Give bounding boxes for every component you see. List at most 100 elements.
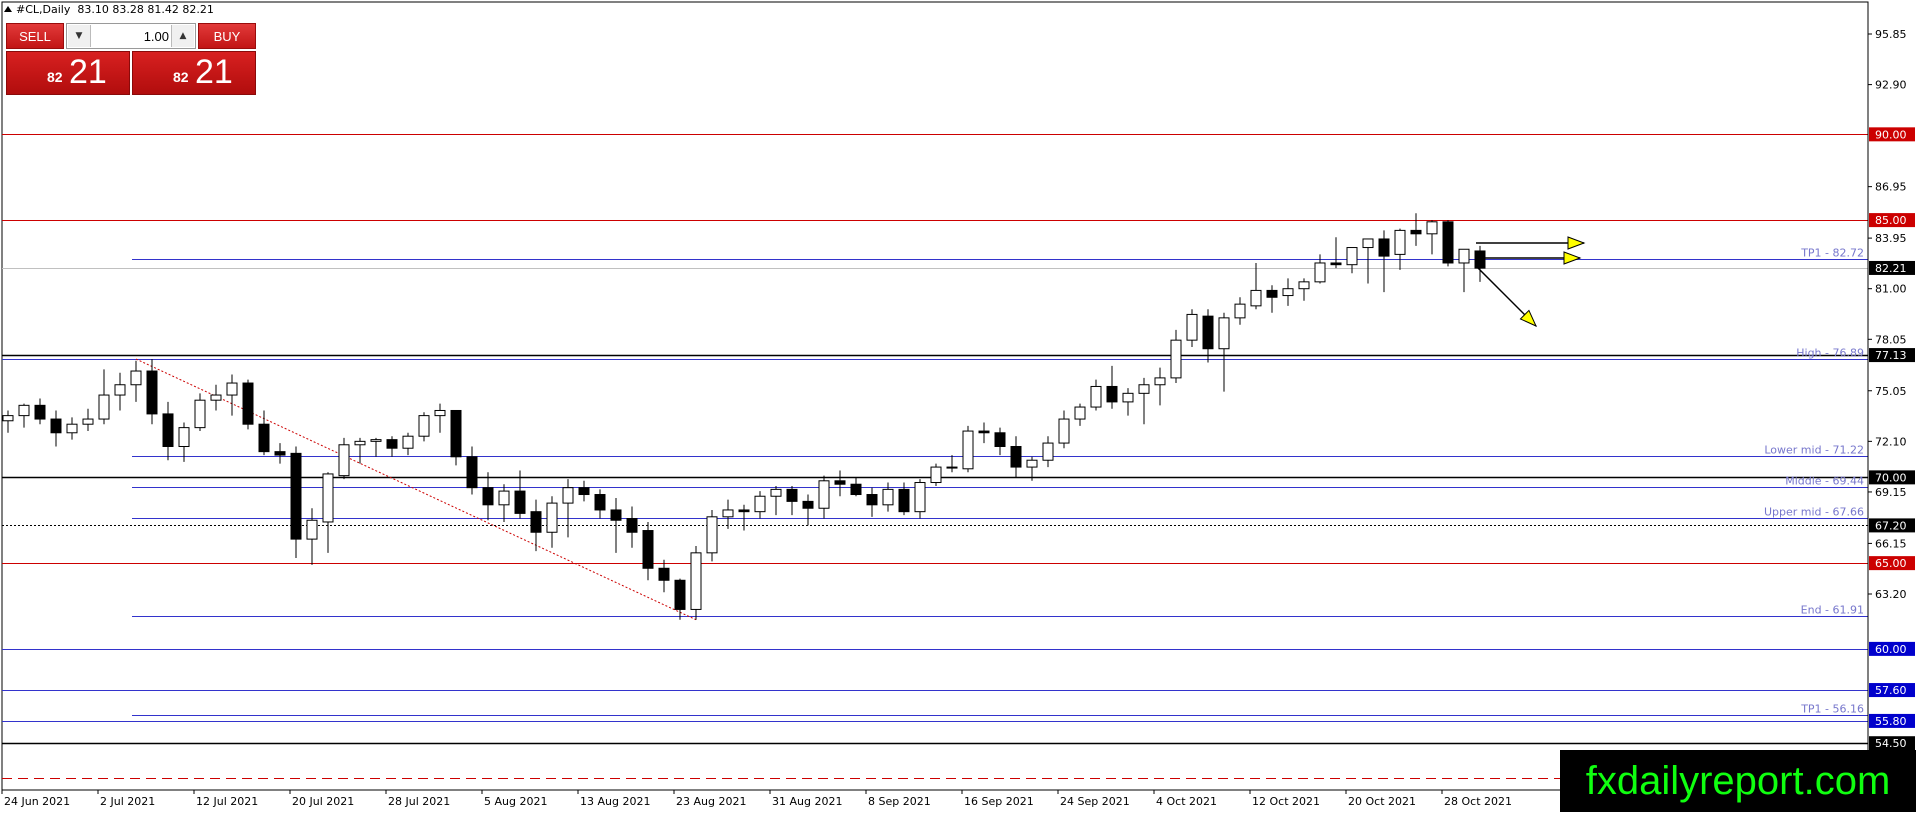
candle-body-91 (1458, 248, 1470, 264)
candle-body-88 (1410, 229, 1422, 235)
price-box-label-0: 90.00 (1875, 128, 1907, 141)
level-text-6: Lower mid - 71.22 (1764, 444, 1864, 457)
x-tick-label-2: 12 Jul 2021 (196, 795, 258, 808)
candle-body-0 (2, 415, 14, 422)
x-tick-label-14: 20 Oct 2021 (1348, 795, 1416, 808)
price-box-label-10: 67.20 (1875, 519, 1907, 532)
sell-button[interactable]: SELL (6, 23, 64, 49)
watermark-logo: fxdailyreport.com (1560, 750, 1916, 812)
lot-size-control: ▼ ▲ (66, 23, 196, 49)
candle-body-33 (530, 511, 542, 533)
y-tick-label-7: 72.10 (1875, 435, 1907, 448)
price-box-label-14: 57.60 (1875, 684, 1907, 697)
candle-body-27 (434, 409, 446, 417)
plot-frame (1, 1, 1869, 791)
candle-60 (962, 425, 974, 473)
candle-body-85 (1362, 238, 1374, 249)
candle-body-72 (1154, 377, 1166, 386)
candle-body-46 (738, 509, 750, 513)
candle-body-21 (338, 444, 350, 477)
x-tick-label-13: 12 Oct 2021 (1252, 795, 1320, 808)
candle-body-1 (18, 404, 30, 417)
candle-15 (242, 379, 254, 430)
candle-body-55 (882, 488, 894, 506)
buy-price-box[interactable]: 82 21 (132, 51, 256, 95)
candle-body-60 (962, 430, 974, 470)
y-tick-label-4: 81.00 (1875, 283, 1907, 296)
candle-body-53 (850, 483, 862, 496)
candle-body-9 (146, 370, 158, 415)
x-tick-label-9: 8 Sep 2021 (868, 795, 931, 808)
candle-body-36 (578, 487, 590, 496)
chart-area[interactable]: TP1 - 82.72 High - 76.89 Lower mid - 71.22… (0, 0, 1916, 812)
candle-body-64 (1026, 459, 1038, 468)
symbol-header: #CL,Daily 83.10 83.28 81.42 82.21 (4, 3, 214, 16)
candle-body-38 (610, 509, 622, 521)
x-tick-label-5: 5 Aug 2021 (484, 795, 547, 808)
candle-body-37 (594, 494, 606, 511)
candle-body-69 (1106, 385, 1118, 403)
y-tick-label-10: 63.20 (1875, 588, 1907, 601)
candle-body-80 (1282, 288, 1294, 297)
candle-body-13 (210, 394, 222, 401)
candle-body-15 (242, 382, 254, 425)
buy-button[interactable]: BUY (198, 23, 256, 49)
lot-decrease-button[interactable]: ▼ (68, 25, 91, 47)
level-text-12: End - 61.91 (1801, 604, 1864, 617)
collapse-triangle-icon[interactable] (4, 6, 12, 12)
candle-body-20 (322, 473, 334, 523)
candle-body-44 (706, 516, 718, 554)
x-tick-label-12: 4 Oct 2021 (1156, 795, 1217, 808)
candle-body-74 (1186, 313, 1198, 341)
lot-size-input[interactable] (93, 26, 173, 46)
price-box-label-1: 85.00 (1875, 214, 1907, 227)
x-tick-label-1: 2 Jul 2021 (100, 795, 155, 808)
candle-body-47 (754, 495, 766, 513)
candle-body-48 (770, 488, 782, 497)
candle-body-81 (1298, 281, 1310, 290)
x-tick-label-6: 13 Aug 2021 (580, 795, 650, 808)
candle-body-57 (914, 482, 926, 513)
lot-increase-button[interactable]: ▲ (171, 25, 194, 47)
candle-body-56 (898, 488, 910, 513)
candle-body-61 (978, 430, 990, 434)
candle-body-62 (994, 432, 1006, 447)
candle-body-43 (690, 552, 702, 610)
sell-price-small: 82 (47, 69, 63, 85)
candle-body-14 (226, 382, 238, 396)
price-box-label-16: 55.80 (1875, 715, 1907, 728)
candle-body-92 (1474, 250, 1486, 269)
candle-body-70 (1122, 392, 1134, 403)
candle-body-35 (562, 487, 574, 504)
candle-body-90 (1442, 221, 1454, 264)
candle-body-42 (674, 579, 686, 610)
candle-body-23 (370, 439, 382, 442)
candle-body-28 (450, 409, 462, 458)
candle-body-45 (722, 509, 734, 518)
x-tick-label-0: 24 Jun 2021 (4, 795, 70, 808)
candle-90 (1442, 220, 1454, 267)
sell-price-big: 21 (69, 53, 107, 91)
candle-body-8 (130, 370, 142, 386)
one-click-trade-panel: SELL ▼ ▲ BUY 82 21 82 21 (6, 23, 256, 97)
price-box-label-17: 54.50 (1875, 737, 1907, 750)
candle-body-82 (1314, 262, 1326, 283)
candle-body-77 (1234, 303, 1246, 319)
candle-body-25 (402, 435, 414, 449)
level-text-15: TP1 - 56.16 (1800, 703, 1864, 716)
candle-body-86 (1378, 238, 1390, 257)
candle-body-19 (306, 519, 318, 540)
candle-body-31 (498, 490, 510, 506)
candle-body-4 (66, 423, 78, 434)
candle-body-16 (258, 423, 270, 453)
candlestick-chart[interactable]: TP1 - 82.72 High - 76.89 Lower mid - 71.22… (0, 0, 1916, 812)
candle-body-22 (354, 440, 366, 446)
y-tick-label-2: 86.95 (1875, 181, 1907, 194)
candle-body-59 (946, 466, 958, 469)
x-tick-label-3: 20 Jul 2021 (292, 795, 354, 808)
candle-43 (690, 545, 702, 620)
candle-28 (450, 409, 462, 466)
price-box-label-11: 65.00 (1875, 557, 1907, 570)
sell-price-box[interactable]: 82 21 (6, 51, 130, 95)
candle-body-83 (1330, 262, 1342, 266)
